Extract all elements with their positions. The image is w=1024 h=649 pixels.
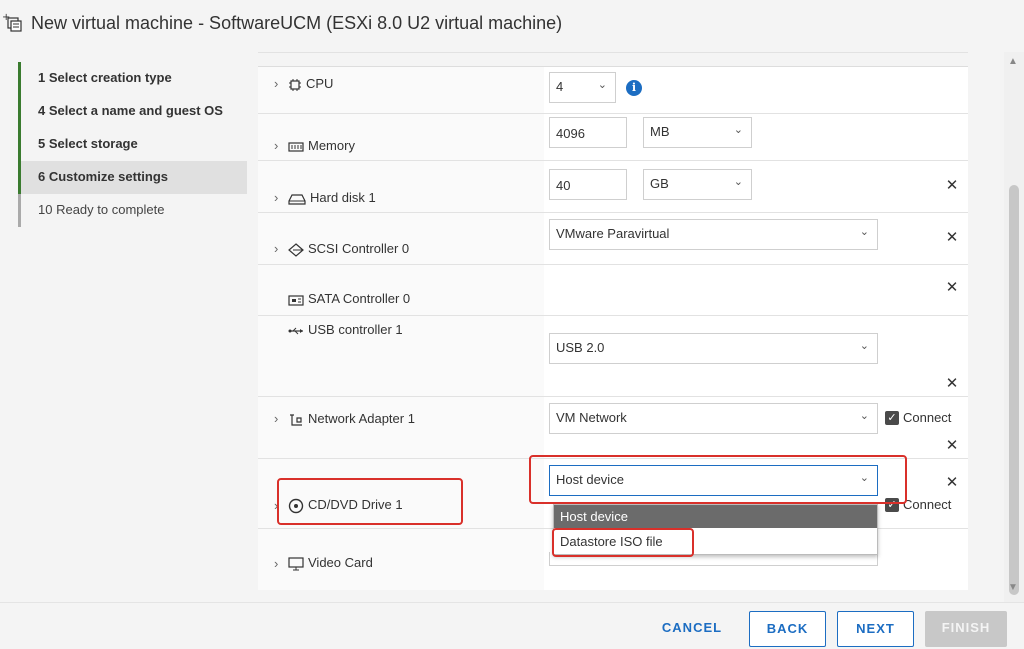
chevron-down-icon: ⌄	[733, 176, 743, 188]
video-expand-chevron-icon[interactable]: ›	[274, 556, 284, 571]
dropdown-option-host-device[interactable]: Host device	[554, 505, 877, 528]
chevron-down-icon: ⌄	[597, 79, 607, 91]
next-button[interactable]: NEXT	[837, 611, 914, 647]
window-title: New virtual machine - SoftwareUCM (ESXi …	[31, 13, 563, 33]
hard-disk-unit-value: GB	[650, 176, 669, 191]
scsi-label: SCSI Controller 0	[288, 241, 409, 257]
step-select-storage[interactable]: 5 Select storage	[18, 128, 247, 161]
hard-disk-label: Hard disk 1	[288, 190, 376, 205]
memory-icon	[288, 141, 304, 152]
usb-icon	[288, 327, 303, 334]
wizard-steps: 1 Select creation type 4 Select a name a…	[0, 52, 248, 602]
memory-unit-select[interactable]: MB ⌄	[643, 117, 752, 148]
remove-cdrom-close-icon[interactable]: ✕	[945, 473, 959, 491]
video-label-text: Video Card	[308, 555, 373, 570]
cpu-value: 4	[556, 79, 564, 94]
hard-disk-size-input[interactable]: 40	[549, 169, 627, 200]
usb-label: USB controller 1	[288, 322, 403, 337]
vertical-scrollbar[interactable]: ▲ ▼	[1004, 52, 1024, 602]
network-label-text: Network Adapter 1	[308, 411, 415, 426]
highlight-datastore-iso-option	[552, 528, 694, 557]
scsi-expand-chevron-icon[interactable]: ›	[274, 241, 284, 256]
hard-disk-icon	[288, 193, 306, 205]
network-adapter-icon	[290, 413, 302, 426]
remove-hard-disk-close-icon[interactable]: ✕	[945, 176, 959, 194]
memory-label: Memory	[288, 138, 355, 153]
step-select-name-guest-os[interactable]: 4 Select a name and guest OS	[18, 95, 247, 128]
chevron-down-icon: ⌄	[859, 410, 869, 422]
row-divider	[258, 264, 968, 265]
usb-label-text: USB controller 1	[308, 322, 403, 337]
cancel-button[interactable]: CANCEL	[652, 611, 732, 647]
cpu-select[interactable]: 4 ⌄	[549, 72, 616, 103]
usb-type-select[interactable]: USB 2.0 ⌄	[549, 333, 878, 364]
memory-unit-value: MB	[650, 124, 670, 139]
scsi-label-text: SCSI Controller 0	[308, 241, 410, 256]
network-label: Network Adapter 1	[288, 411, 415, 427]
memory-label-text: Memory	[308, 138, 355, 153]
title-bar: + New virtual machine - SoftwareUCM (ESX…	[0, 0, 1024, 52]
memory-expand-chevron-icon[interactable]: ›	[274, 138, 284, 153]
video-card-icon	[288, 556, 304, 571]
back-button[interactable]: BACK	[749, 611, 826, 647]
network-expand-chevron-icon[interactable]: ›	[274, 411, 284, 426]
video-label: Video Card	[288, 555, 373, 571]
remove-usb-close-icon[interactable]: ✕	[945, 374, 959, 392]
cpu-icon	[289, 78, 301, 91]
hard-disk-expand-chevron-icon[interactable]: ›	[274, 190, 284, 205]
network-connect-checkbox[interactable]: ✓	[885, 411, 899, 425]
row-divider	[258, 396, 968, 397]
remove-sata-close-icon[interactable]: ✕	[945, 278, 959, 296]
row-divider	[258, 160, 968, 161]
chevron-down-icon: ⌄	[859, 340, 869, 352]
info-icon[interactable]: i	[626, 80, 642, 96]
step-ready-to-complete[interactable]: 10 Ready to complete	[18, 194, 247, 227]
row-divider	[258, 52, 968, 53]
usb-type-value: USB 2.0	[556, 340, 605, 355]
step-customize-settings[interactable]: 6 Customize settings	[18, 161, 247, 194]
network-value: VM Network	[556, 410, 627, 425]
wizard-footer: CANCEL BACK NEXT FINISH	[0, 602, 1024, 649]
network-select[interactable]: VM Network ⌄	[549, 403, 878, 434]
sata-label-text: SATA Controller 0	[308, 291, 411, 306]
row-divider	[258, 212, 968, 213]
finish-button[interactable]: FINISH	[925, 611, 1007, 647]
remove-network-close-icon[interactable]: ✕	[945, 436, 959, 454]
highlight-cdrom-select	[529, 455, 907, 504]
chevron-down-icon: ⌄	[733, 124, 743, 136]
remove-scsi-close-icon[interactable]: ✕	[945, 228, 959, 246]
hard-disk-label-text: Hard disk 1	[310, 190, 376, 205]
scsi-type-select[interactable]: VMware Paravirtual ⌄	[549, 219, 878, 250]
network-connect-label: Connect	[903, 410, 952, 425]
new-vm-wizard: + New virtual machine - SoftwareUCM (ESX…	[0, 0, 1024, 649]
memory-input[interactable]: 4096	[549, 117, 627, 148]
cpu-label-text: CPU	[306, 76, 334, 91]
row-divider	[258, 315, 968, 316]
scsi-type-value: VMware Paravirtual	[556, 226, 670, 241]
step-select-creation-type[interactable]: 1 Select creation type	[18, 62, 247, 95]
scsi-controller-icon	[288, 242, 304, 257]
highlight-cdrom-label	[277, 478, 463, 525]
scrollbar-thumb[interactable]	[1009, 185, 1019, 595]
scroll-up-arrow-icon[interactable]: ▲	[1008, 56, 1018, 67]
row-divider	[258, 113, 968, 114]
scroll-down-arrow-icon[interactable]: ▼	[1008, 582, 1018, 593]
chevron-down-icon: ⌄	[859, 226, 869, 238]
sata-controller-icon	[288, 294, 304, 306]
cpu-expand-chevron-icon[interactable]: ›	[274, 76, 284, 91]
cdrom-connect-label: Connect	[903, 497, 952, 512]
cpu-label: CPU	[288, 76, 333, 92]
hard-disk-unit-select[interactable]: GB ⌄	[643, 169, 752, 200]
sata-label: SATA Controller 0	[288, 291, 410, 306]
new-vm-icon: +	[2, 12, 22, 32]
